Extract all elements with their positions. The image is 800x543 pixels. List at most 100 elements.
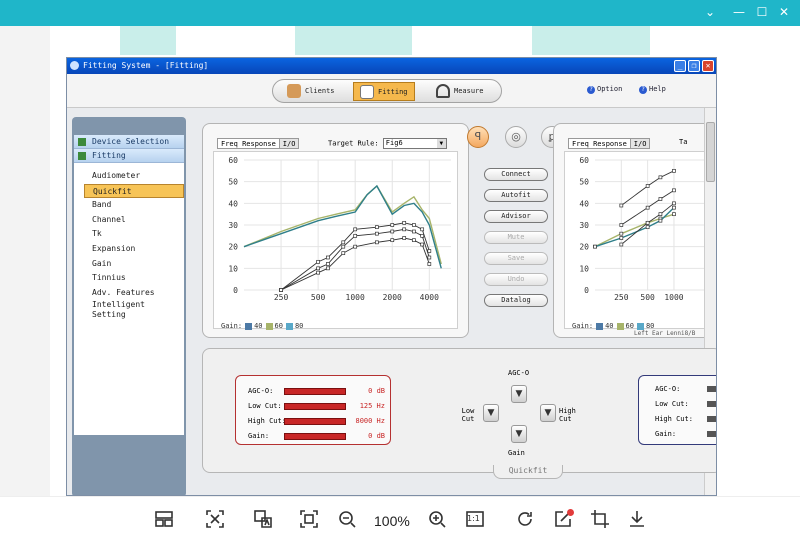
tab-freq-response[interactable]: Freq Response bbox=[217, 138, 280, 149]
close-icon[interactable]: ✕ bbox=[776, 5, 792, 19]
sidebar-item-tinnius[interactable]: Tinnius bbox=[84, 271, 184, 286]
connect-button[interactable]: Connect bbox=[484, 168, 548, 181]
data-point bbox=[316, 270, 320, 275]
crop-icon[interactable] bbox=[588, 509, 612, 533]
right-agc-slider[interactable] bbox=[707, 431, 716, 437]
data-point bbox=[412, 229, 416, 234]
agc-down-button[interactable]: ▼ bbox=[511, 385, 527, 403]
sidebar-item-gain[interactable]: Gain bbox=[84, 257, 184, 272]
app-close-button[interactable]: ✕ bbox=[702, 60, 714, 72]
right-tab-freq-response[interactable]: Freq Response bbox=[568, 138, 631, 149]
quickfit-tab[interactable]: Quickfit bbox=[493, 465, 563, 479]
data-point bbox=[279, 288, 283, 292]
data-point bbox=[402, 236, 407, 240]
option-link[interactable]: ? Option bbox=[587, 85, 622, 94]
save-button[interactable]: Save bbox=[484, 252, 548, 265]
fit-screen-icon[interactable] bbox=[297, 509, 321, 533]
minimize-icon[interactable]: — bbox=[731, 5, 747, 19]
fitting-button[interactable]: Fitting bbox=[353, 82, 415, 101]
agc-slider[interactable] bbox=[284, 403, 346, 410]
both-ears-icon[interactable]: ◎ bbox=[505, 126, 527, 148]
right-tab-io[interactable]: I/O bbox=[629, 138, 651, 149]
data-point bbox=[645, 205, 650, 210]
agc-slider[interactable] bbox=[284, 433, 346, 440]
legend-swatch bbox=[245, 322, 253, 330]
gain-down-button[interactable]: ▼ bbox=[511, 425, 527, 443]
app-minimize-button[interactable]: _ bbox=[674, 60, 686, 72]
scrollbar-thumb[interactable] bbox=[706, 122, 715, 182]
actual-size-icon[interactable]: 1:1 bbox=[463, 509, 487, 533]
x-tick-label: 1000 bbox=[664, 293, 683, 302]
canvas-margin bbox=[0, 26, 50, 496]
y-tick-label: 30 bbox=[228, 221, 238, 230]
measure-button[interactable]: Measure bbox=[436, 82, 484, 101]
fitting-chart-icon bbox=[360, 85, 374, 99]
rotate-icon[interactable] bbox=[513, 509, 537, 533]
download-icon[interactable] bbox=[625, 509, 649, 533]
zoom-in-icon[interactable] bbox=[425, 509, 449, 533]
right-agc-slider[interactable] bbox=[707, 416, 716, 422]
agc-row-value: 8000 Hz bbox=[355, 417, 385, 425]
right-agc-slider[interactable] bbox=[707, 401, 716, 407]
nav-group: Clients Fitting Measure bbox=[272, 79, 502, 103]
data-point bbox=[353, 227, 358, 232]
sidebar-item-adv-features[interactable]: Adv. Features bbox=[84, 286, 184, 301]
edit-icon[interactable] bbox=[551, 509, 575, 533]
data-point bbox=[402, 220, 407, 225]
datalog-button[interactable]: Datalog bbox=[484, 294, 548, 307]
legend-gain-label: Gain: bbox=[221, 322, 243, 330]
help-link[interactable]: ? Help bbox=[639, 85, 666, 94]
data-point bbox=[390, 229, 395, 234]
translate-icon[interactable] bbox=[251, 509, 275, 533]
autofit-button[interactable]: Autofit bbox=[484, 189, 548, 202]
data-point bbox=[390, 223, 395, 227]
sidebar-item-audiometer[interactable]: Audiometer bbox=[84, 169, 184, 184]
fitting-header[interactable]: Fitting bbox=[74, 149, 184, 163]
app-icon bbox=[70, 61, 79, 70]
x-tick-label: 500 bbox=[640, 293, 655, 302]
sidebar-item-channel[interactable]: Channel bbox=[84, 213, 184, 228]
maximize-icon[interactable]: ☐ bbox=[754, 5, 770, 19]
data-point bbox=[341, 251, 346, 256]
agc-row: Gain: 0 dB bbox=[248, 431, 385, 441]
sidebar-item-expansion[interactable]: Expansion bbox=[84, 242, 184, 257]
left-legend: Gain: 40 60 80 bbox=[221, 322, 303, 330]
agc-row-label: Gain: bbox=[248, 432, 270, 440]
clients-button[interactable]: Clients bbox=[287, 82, 335, 101]
right-agc-row-label: Low Cut: bbox=[655, 400, 689, 408]
agc-slider[interactable] bbox=[284, 418, 346, 425]
image-strip bbox=[532, 26, 650, 55]
right-agc-row-label: Gain: bbox=[655, 430, 677, 438]
y-tick-label: 10 bbox=[579, 264, 589, 273]
layout-icon[interactable] bbox=[152, 509, 176, 533]
app-restore-button[interactable]: ❐ bbox=[688, 60, 700, 72]
device-selection-header[interactable]: Device Selection bbox=[74, 135, 184, 149]
agc-slider[interactable] bbox=[284, 388, 346, 395]
data-point bbox=[353, 244, 358, 249]
agc-row: High Cut: 8000 Hz bbox=[248, 416, 385, 426]
low-cut-button[interactable]: ▼ bbox=[483, 404, 499, 422]
mute-button[interactable]: Mute bbox=[484, 231, 548, 244]
target-rule-select[interactable]: Fig6 ▼ bbox=[382, 138, 447, 149]
data-point bbox=[412, 238, 416, 243]
data-point bbox=[645, 220, 650, 225]
high-cut-button[interactable]: ▼ bbox=[540, 404, 556, 422]
agc-row-label: Low Cut: bbox=[248, 402, 282, 410]
chevron-down-icon[interactable]: ⌄ bbox=[702, 5, 718, 19]
fitting-header-label: Fitting bbox=[92, 151, 126, 160]
agc-settings-box: AGC-O: 0 dB Low Cut: 125 Hz High Cut: 8000 Hz… bbox=[235, 375, 391, 445]
advisor-button[interactable]: Advisor bbox=[484, 210, 548, 223]
select-text-icon[interactable] bbox=[203, 509, 227, 533]
sidebar-item-tk[interactable]: Tk bbox=[84, 227, 184, 242]
zoom-out-icon[interactable] bbox=[335, 509, 359, 533]
data-point bbox=[412, 223, 416, 227]
right-ear-icon[interactable]: ꟼ bbox=[467, 126, 489, 148]
sidebar-item-quickfit[interactable]: Quickfit bbox=[84, 183, 184, 199]
clients-icon bbox=[287, 84, 301, 98]
undo-button[interactable]: Undo bbox=[484, 273, 548, 286]
y-tick-label: 10 bbox=[228, 264, 238, 273]
sidebar-item-intelligent-setting[interactable]: Intelligent Setting bbox=[84, 300, 164, 324]
sidebar-item-band[interactable]: Band bbox=[84, 198, 184, 213]
tab-io[interactable]: I/O bbox=[278, 138, 300, 149]
right-agc-slider[interactable] bbox=[707, 386, 716, 392]
